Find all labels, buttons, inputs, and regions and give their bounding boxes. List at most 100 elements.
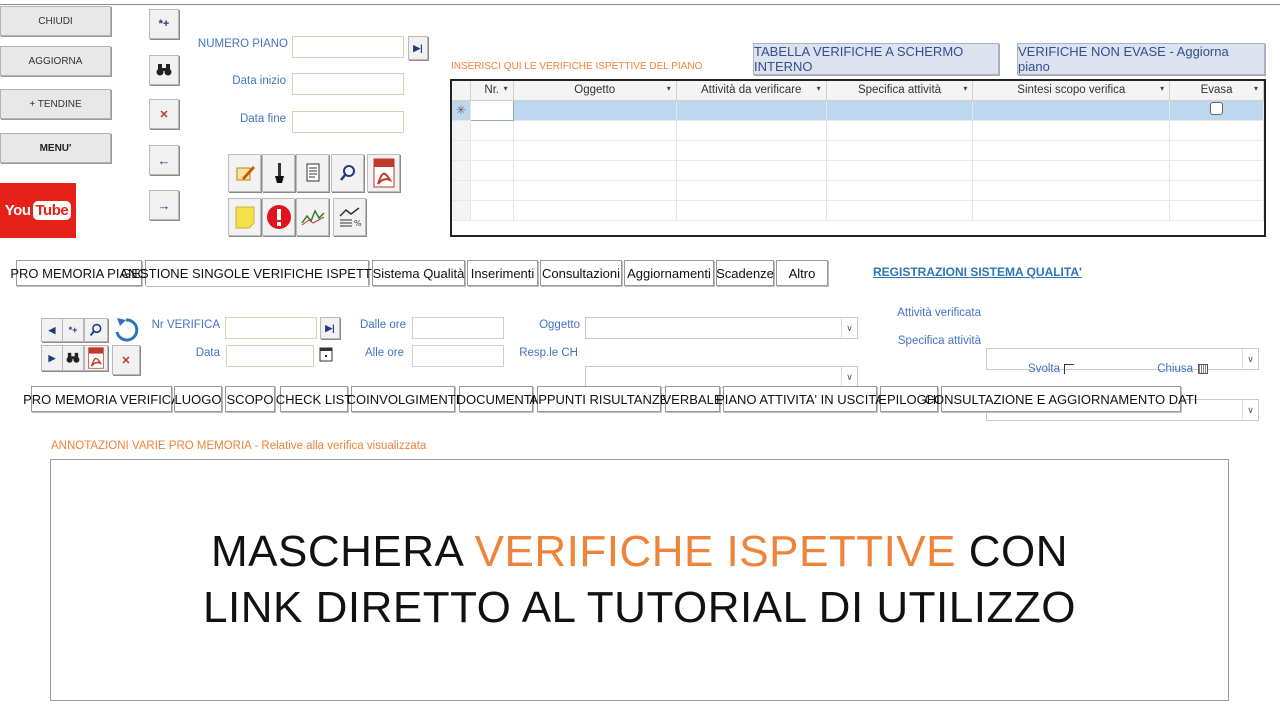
trend-chart-button[interactable]: [296, 198, 329, 236]
tabella-verifiche-button[interactable]: TABELLA VERIFICHE A SCHERMO INTERNO: [753, 43, 999, 75]
tab-inserimenti[interactable]: Inserimenti: [467, 260, 538, 286]
resp-ch-select[interactable]: ∨: [585, 366, 858, 388]
attivita-verificata-label: Attività verificata: [897, 307, 981, 319]
new-record-marker-icon: ✳: [452, 100, 471, 121]
alert-button[interactable]: [262, 198, 295, 236]
refresh-icon: [115, 318, 139, 342]
verifica-next-button[interactable]: ▶: [41, 345, 63, 371]
aggiorna-button[interactable]: AGGIORNA: [0, 46, 111, 76]
tab-gestione-singole-verifiche[interactable]: GESTIONE SINGOLE VERIFICHE ISPETTIVE: [121, 260, 393, 286]
numero-piano-input[interactable]: [292, 36, 404, 58]
column-header-nr[interactable]: Nr. ▾: [470, 81, 514, 101]
youtube-logo-button[interactable]: You Tube: [0, 183, 76, 238]
find-record-button[interactable]: [149, 55, 179, 85]
svolta-checkbox[interactable]: [1064, 364, 1074, 374]
sticky-note-button[interactable]: [228, 198, 261, 236]
grid-cell[interactable]: [469, 99, 514, 121]
tab-appunti-risultanze[interactable]: APPUNTI RISULTANZE: [530, 386, 668, 412]
tendine-button[interactable]: + TENDINE: [0, 89, 111, 119]
brush-button[interactable]: [262, 154, 295, 192]
statistics-button[interactable]: %: [333, 198, 366, 236]
annotazioni-memo-field[interactable]: MASCHERA VERIFICHE ISPETTIVE CON LINK DI…: [50, 459, 1229, 701]
tab-aggiornamenti[interactable]: Aggiornamenti: [624, 260, 714, 286]
dalle-ore-input[interactable]: [412, 317, 504, 339]
tab-pro-memoria-verifica[interactable]: PRO MEMORIA VERIFICA: [23, 386, 180, 412]
sort-dropdown-icon: ▾: [963, 84, 968, 93]
chevron-down-icon: ∨: [1242, 349, 1258, 369]
verifica-refresh-button[interactable]: [112, 315, 140, 345]
registrazioni-sistema-qualita-link[interactable]: REGISTRAZIONI SISTEMA QUALITA': [873, 265, 1082, 279]
table-row-new[interactable]: ✳: [452, 99, 1264, 121]
data-input[interactable]: [226, 345, 314, 367]
pdf-icon: [88, 347, 104, 369]
magnifier-icon: [89, 323, 102, 337]
verifica-new-button[interactable]: *+: [62, 318, 84, 342]
chiudi-button[interactable]: CHIUDI: [0, 6, 111, 36]
brush-icon: [274, 163, 284, 183]
tab-luogo[interactable]: LUOGO: [174, 386, 222, 412]
sort-dropdown-icon: ▾: [816, 84, 821, 93]
verifica-prev-button[interactable]: ◀: [41, 318, 63, 342]
tab-scadenze[interactable]: Scadenze: [716, 260, 774, 286]
edit-notes-button[interactable]: [228, 154, 261, 192]
next-record-button[interactable]: →: [149, 190, 179, 220]
delete-record-button[interactable]: ✕: [149, 99, 179, 129]
verifiche-datagrid[interactable]: Nr. ▾ Oggetto ▾ Attività da verificare ▾ Sp…: [450, 79, 1266, 237]
verifica-search-button[interactable]: [84, 318, 108, 342]
tab-coinvolgimenti[interactable]: COINVOLGIMENTI: [347, 386, 459, 412]
pdf-export-button[interactable]: [367, 154, 400, 192]
tab-verbale[interactable]: VERBALE: [663, 386, 723, 412]
data-fine-input[interactable]: [292, 111, 404, 133]
nr-verifica-input[interactable]: [225, 317, 317, 339]
column-header-specifica[interactable]: Specifica attività ▾: [826, 81, 974, 101]
previous-record-button[interactable]: ←: [149, 145, 179, 175]
column-header-evasa[interactable]: Evasa ▾: [1169, 81, 1264, 101]
tab-documenti[interactable]: DOCUMENTI: [457, 386, 535, 412]
specifica-attivita-label: Specifica attività: [897, 335, 981, 347]
verifica-delete-button[interactable]: ✕: [112, 345, 140, 375]
new-record-button[interactable]: *+: [149, 9, 179, 39]
column-header-sintesi[interactable]: Sintesi scopo verifica ▾: [972, 81, 1171, 101]
delete-record-icon: ✕: [121, 354, 131, 367]
column-header-oggetto[interactable]: Oggetto ▾: [513, 81, 677, 101]
search-button[interactable]: [331, 154, 364, 192]
evasa-checkbox[interactable]: [1210, 102, 1224, 115]
column-header-specifica-label: Specifica attività: [857, 84, 942, 97]
grid-cell[interactable]: [972, 100, 1171, 121]
grid-cell[interactable]: [513, 100, 677, 121]
sort-dropdown-icon: ▾: [503, 84, 508, 93]
goto-last-piano-button[interactable]: ▶|: [408, 36, 428, 60]
oggetto-select[interactable]: ∨: [585, 317, 858, 339]
goto-last-verifica-button[interactable]: ▶|: [320, 317, 340, 339]
tab-check-list[interactable]: CHECK LIST: [276, 386, 352, 412]
resp-ch-label: Resp.le CH: [519, 347, 578, 359]
column-header-nr-label: Nr.: [484, 84, 500, 97]
last-record-icon: ▶|: [413, 42, 423, 53]
grid-cell-evasa[interactable]: [1169, 100, 1264, 121]
calendar-picker-button[interactable]: [317, 344, 335, 364]
oggetto-label: Oggetto: [539, 319, 580, 331]
tab-consultazioni[interactable]: Consultazioni: [540, 260, 622, 286]
chiusa-checkbox[interactable]: [1198, 364, 1208, 374]
tab-altro[interactable]: Altro: [776, 260, 828, 286]
data-inizio-input[interactable]: [292, 73, 404, 95]
column-header-evasa-label: Evasa: [1200, 84, 1233, 97]
grid-cell[interactable]: [676, 100, 827, 121]
overlay-title-part-a: MASCHERA: [210, 527, 475, 576]
column-header-attivita-label: Attività da verificare: [701, 84, 802, 97]
magnifier-icon: [339, 165, 355, 181]
tab-sistema-qualita[interactable]: Sistema Qualità: [372, 260, 465, 286]
alle-ore-input[interactable]: [412, 345, 504, 367]
document-button[interactable]: [296, 154, 329, 192]
tab-piano-attivita-in-uscita[interactable]: PIANO ATTIVITA' IN USCITA: [716, 386, 884, 412]
grid-cell[interactable]: [826, 100, 974, 121]
verifica-pdf-button[interactable]: [84, 345, 108, 371]
tab-scopo[interactable]: SCOPO: [225, 386, 275, 412]
column-header-attivita[interactable]: Attività da verificare ▾: [676, 81, 827, 101]
tab-consultazione-aggiornamento-dati[interactable]: CONSULTAZIONE E AGGIORNAMENTO DATI: [925, 386, 1197, 412]
binoculars-icon: [66, 352, 80, 363]
verifica-find-button[interactable]: [62, 345, 84, 371]
annotazioni-label: ANNOTAZIONI VARIE PRO MEMORIA - Relative…: [51, 440, 427, 452]
verifiche-non-evase-button[interactable]: VERIFICHE NON EVASE - Aggiorna piano: [1017, 43, 1265, 75]
menu-button[interactable]: MENU': [0, 133, 111, 163]
